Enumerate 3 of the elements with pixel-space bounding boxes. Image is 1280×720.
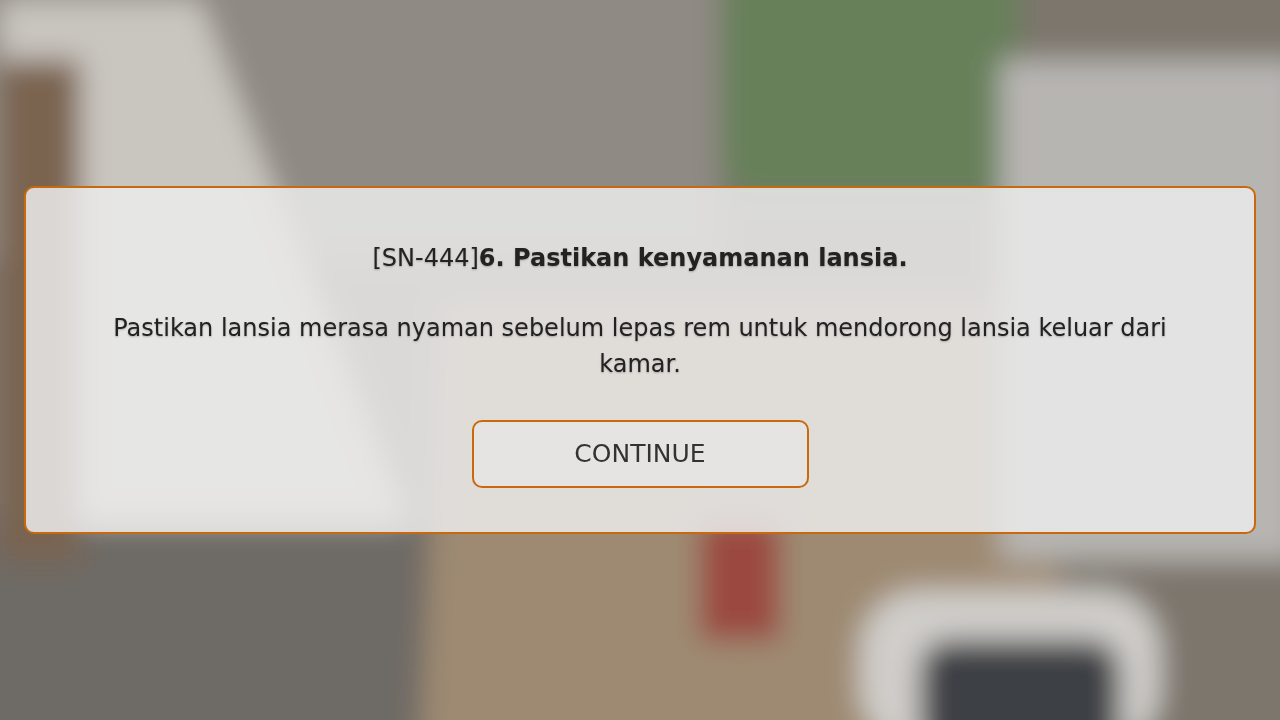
continue-button[interactable]: CONTINUE (471, 420, 809, 488)
dialog-title: [SN-444]6. Pastikan kenyamanan lansia. (371, 243, 909, 274)
dialog-message: Pastikan lansia merasa nyaman sebelum lepas rem untuk mendorong lansia keluar dari kamar. (112, 313, 1168, 380)
